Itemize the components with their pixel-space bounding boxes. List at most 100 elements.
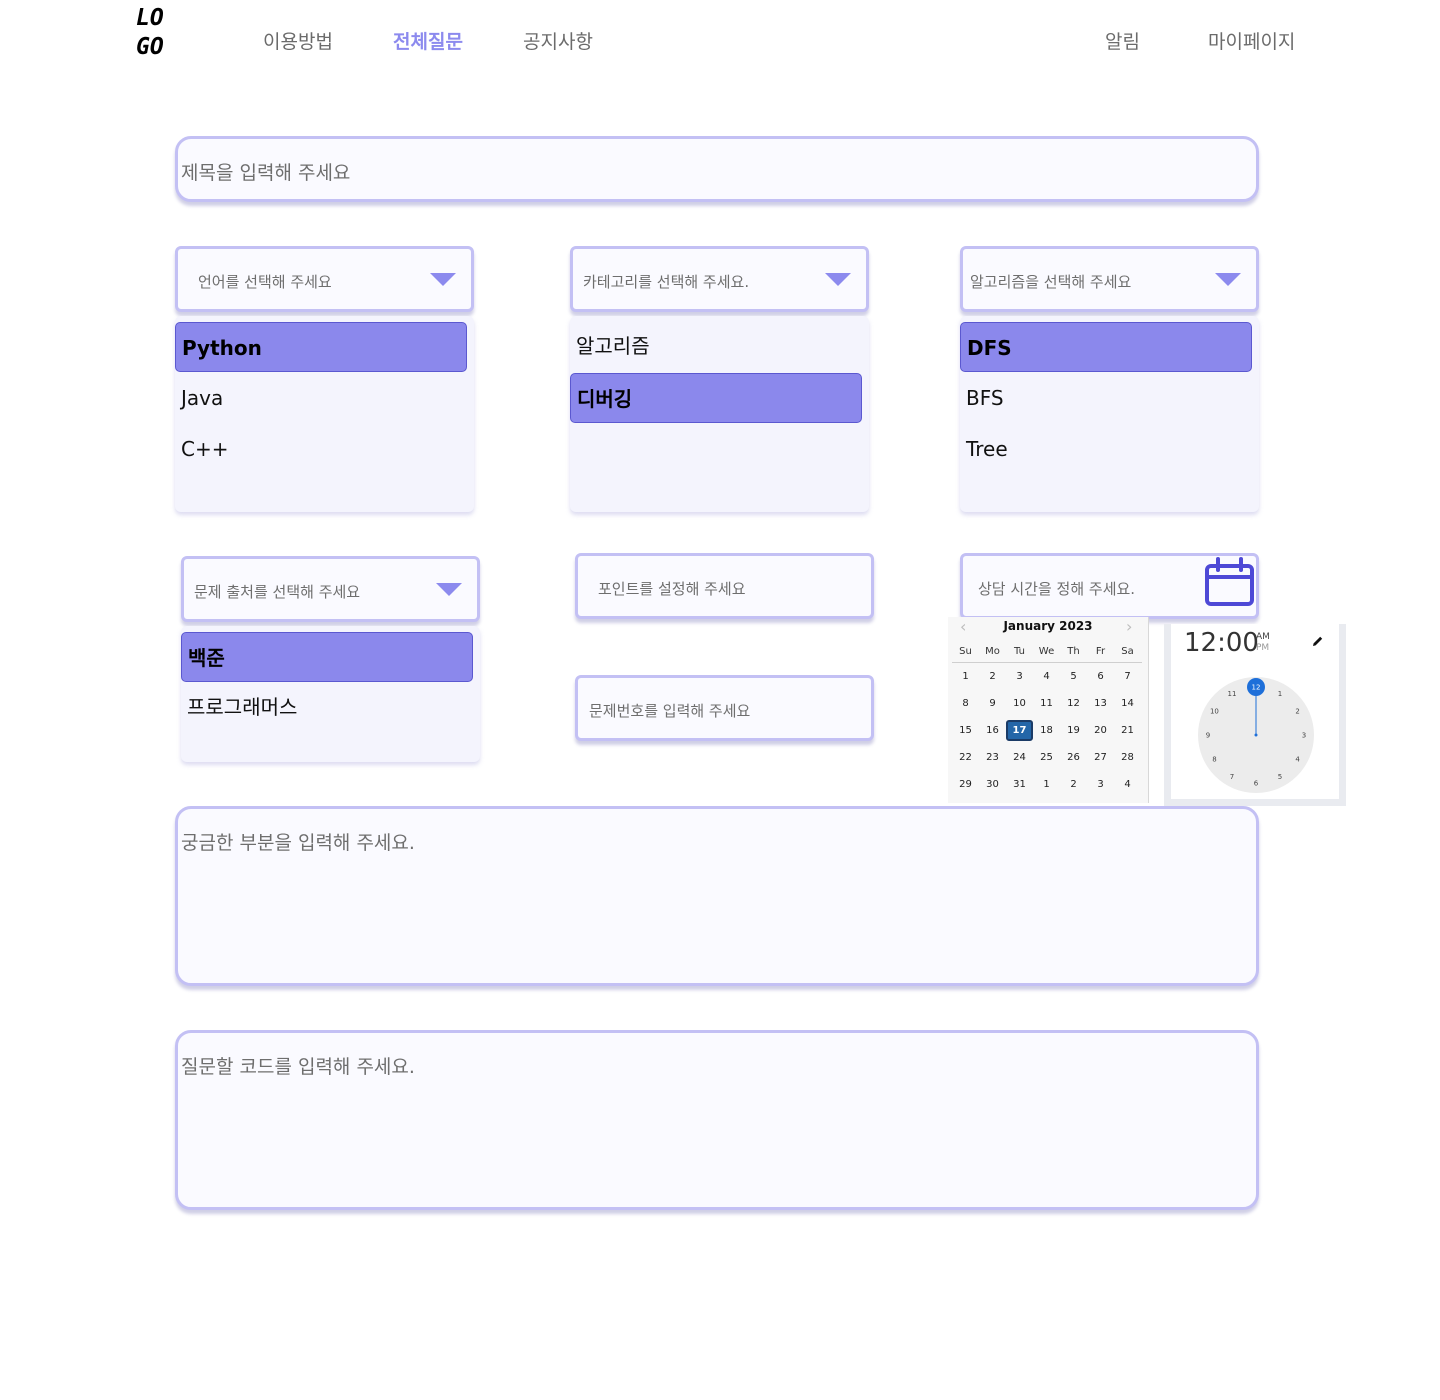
consult-time-placeholder: 상담 시간을 정해 주세요.	[978, 580, 1136, 598]
weekday-label: Su	[959, 646, 972, 657]
calendar-day[interactable]: 8	[952, 698, 979, 709]
calendar-day[interactable]: 6	[1087, 671, 1114, 682]
am-pm-toggle[interactable]: AM PM	[1256, 632, 1270, 654]
calendar-day[interactable]: 1	[1033, 779, 1060, 790]
clock-hour-label[interactable]: 4	[1295, 756, 1300, 764]
nav-my-page[interactable]: 마이페이지	[1208, 27, 1295, 54]
calendar-day[interactable]: 14	[1114, 698, 1141, 709]
algorithm-select[interactable]: 알고리즘을 선택해 주세요	[960, 246, 1259, 312]
clock-hour-label[interactable]: 1	[1278, 690, 1282, 698]
clock-face[interactable]: 121234567891011	[1197, 676, 1315, 794]
weekday-label: Sa	[1121, 646, 1134, 657]
category-placeholder: 카테고리를 선택해 주세요.	[583, 273, 750, 291]
calendar-day[interactable]: 7	[1114, 671, 1141, 682]
pm-option[interactable]: PM	[1256, 643, 1270, 654]
algorithm-option-bfs[interactable]: BFS	[960, 373, 1252, 423]
calendar-day[interactable]: 21	[1114, 725, 1141, 736]
nav-notices[interactable]: 공지사항	[523, 27, 593, 54]
calendar-day[interactable]: 11	[1033, 698, 1060, 709]
language-options: Python Java C++	[175, 316, 474, 512]
problem-number-input[interactable]: 문제번호를 입력해 주세요	[575, 675, 874, 741]
title-input[interactable]: 제목을 입력해 주세요	[175, 136, 1259, 202]
calendar-day[interactable]: 10	[1006, 698, 1033, 709]
clock-hour-label[interactable]: 11	[1228, 690, 1237, 698]
clock-hour-label[interactable]: 3	[1302, 732, 1306, 740]
calendar-day[interactable]: 20	[1087, 725, 1114, 736]
pencil-icon[interactable]	[1311, 634, 1325, 648]
next-month-icon[interactable]: ›	[1126, 617, 1132, 636]
language-option-java[interactable]: Java	[175, 373, 467, 423]
question-textarea[interactable]: 궁금한 부분을 입력해 주세요.	[175, 806, 1259, 986]
calendar-day[interactable]: 25	[1033, 752, 1060, 763]
weekday-label: We	[1038, 646, 1055, 657]
calendar-day[interactable]: 24	[1006, 752, 1033, 763]
chevron-down-icon	[1215, 273, 1241, 286]
weekday-label: Tu	[1014, 646, 1025, 657]
calendar-day[interactable]: 9	[979, 698, 1006, 709]
language-select[interactable]: 언어를 선택해 주세요	[175, 246, 474, 312]
clock-hour-label[interactable]: 8	[1212, 756, 1216, 764]
calendar-day[interactable]: 12	[1060, 698, 1087, 709]
clock-hour-label[interactable]: 6	[1254, 780, 1259, 788]
algorithm-option-dfs[interactable]: DFS	[960, 322, 1252, 372]
calendar-day[interactable]: 16	[979, 725, 1006, 736]
source-option-programmers[interactable]: 프로그래머스	[181, 682, 473, 732]
calendar-day[interactable]: 15	[952, 725, 979, 736]
logo[interactable]: LO GO	[136, 4, 164, 62]
language-option-python[interactable]: Python	[175, 322, 467, 372]
nav-notifications[interactable]: 알림	[1105, 27, 1140, 54]
category-option-debugging[interactable]: 디버깅	[570, 373, 862, 423]
source-option-baekjoon[interactable]: 백준	[181, 632, 473, 682]
calendar-day[interactable]: 4	[1033, 671, 1060, 682]
weekday-label: Th	[1067, 646, 1080, 657]
calendar-day[interactable]: 3	[1087, 779, 1114, 790]
calendar-day[interactable]: 13	[1087, 698, 1114, 709]
calendar-day[interactable]: 29	[952, 779, 979, 790]
am-option[interactable]: AM	[1256, 632, 1270, 643]
chevron-down-icon	[430, 273, 456, 286]
category-select[interactable]: 카테고리를 선택해 주세요.	[570, 246, 869, 312]
calendar-week-row: 22 23 24 25 26 27 28	[952, 744, 1142, 771]
clock-hour-label[interactable]: 9	[1206, 732, 1210, 740]
calendar-weekday-row: Su Mo Tu We Th Fr Sa	[952, 641, 1142, 663]
time-picker: 12:00 AM PM 12 1 2 3 4 5 6 7 8 9 10 11	[1164, 624, 1346, 806]
date-picker: ‹ January 2023 › Su Mo Tu We Th Fr Sa 12345678…	[948, 617, 1149, 803]
calendar-day[interactable]: 31	[1006, 779, 1033, 790]
calendar-day[interactable]: 18	[1033, 725, 1060, 736]
clock-hour-label[interactable]: 12	[1252, 684, 1261, 692]
calendar-day[interactable]: 27	[1087, 752, 1114, 763]
nav-how-to-use[interactable]: 이용방법	[263, 27, 333, 54]
language-option-cpp[interactable]: C++	[175, 424, 467, 474]
language-placeholder: 언어를 선택해 주세요	[198, 273, 332, 291]
points-input[interactable]: 포인트를 설정해 주세요	[575, 553, 874, 619]
calendar-month-label: January 2023	[1003, 619, 1093, 633]
calendar-day[interactable]: 2	[979, 671, 1006, 682]
calendar-day[interactable]: 2	[1060, 779, 1087, 790]
calendar-day[interactable]: 1	[952, 671, 979, 682]
clock-center	[1254, 733, 1258, 737]
algorithm-option-tree[interactable]: Tree	[960, 424, 1252, 474]
calendar-week-row: 29 30 31 1 2 3 4	[952, 771, 1142, 798]
calendar-day[interactable]: 28	[1114, 752, 1141, 763]
calendar-day[interactable]: 22	[952, 752, 979, 763]
calendar-day[interactable]: 5	[1060, 671, 1087, 682]
code-textarea[interactable]: 질문할 코드를 입력해 주세요.	[175, 1030, 1259, 1210]
clock-hour-label[interactable]: 7	[1230, 773, 1234, 781]
calendar-icon[interactable]	[1204, 557, 1256, 609]
logo-line-1: LO	[136, 5, 164, 31]
calendar-day[interactable]: 30	[979, 779, 1006, 790]
clock-hour-label[interactable]: 10	[1210, 708, 1219, 716]
calendar-day[interactable]: 4	[1114, 779, 1141, 790]
clock-hour-label[interactable]: 5	[1278, 773, 1282, 781]
calendar-day[interactable]: 19	[1060, 725, 1087, 736]
calendar-day[interactable]: 26	[1060, 752, 1087, 763]
clock-hour-label[interactable]: 2	[1295, 708, 1299, 716]
category-options: 알고리즘 디버깅	[570, 316, 869, 512]
calendar-day-selected[interactable]: 17	[1006, 720, 1033, 741]
problem-source-select[interactable]: 문제 출처를 선택해 주세요	[181, 556, 480, 622]
calendar-day[interactable]: 23	[979, 752, 1006, 763]
calendar-day[interactable]: 3	[1006, 671, 1033, 682]
nav-all-questions[interactable]: 전체질문	[393, 27, 463, 54]
calendar-grid: Su Mo Tu We Th Fr Sa 1 2 3 4 5 6 7 8 9 10 11 12 13 14 15 16 17…	[952, 641, 1142, 798]
category-option-algorithm[interactable]: 알고리즘	[570, 321, 862, 371]
